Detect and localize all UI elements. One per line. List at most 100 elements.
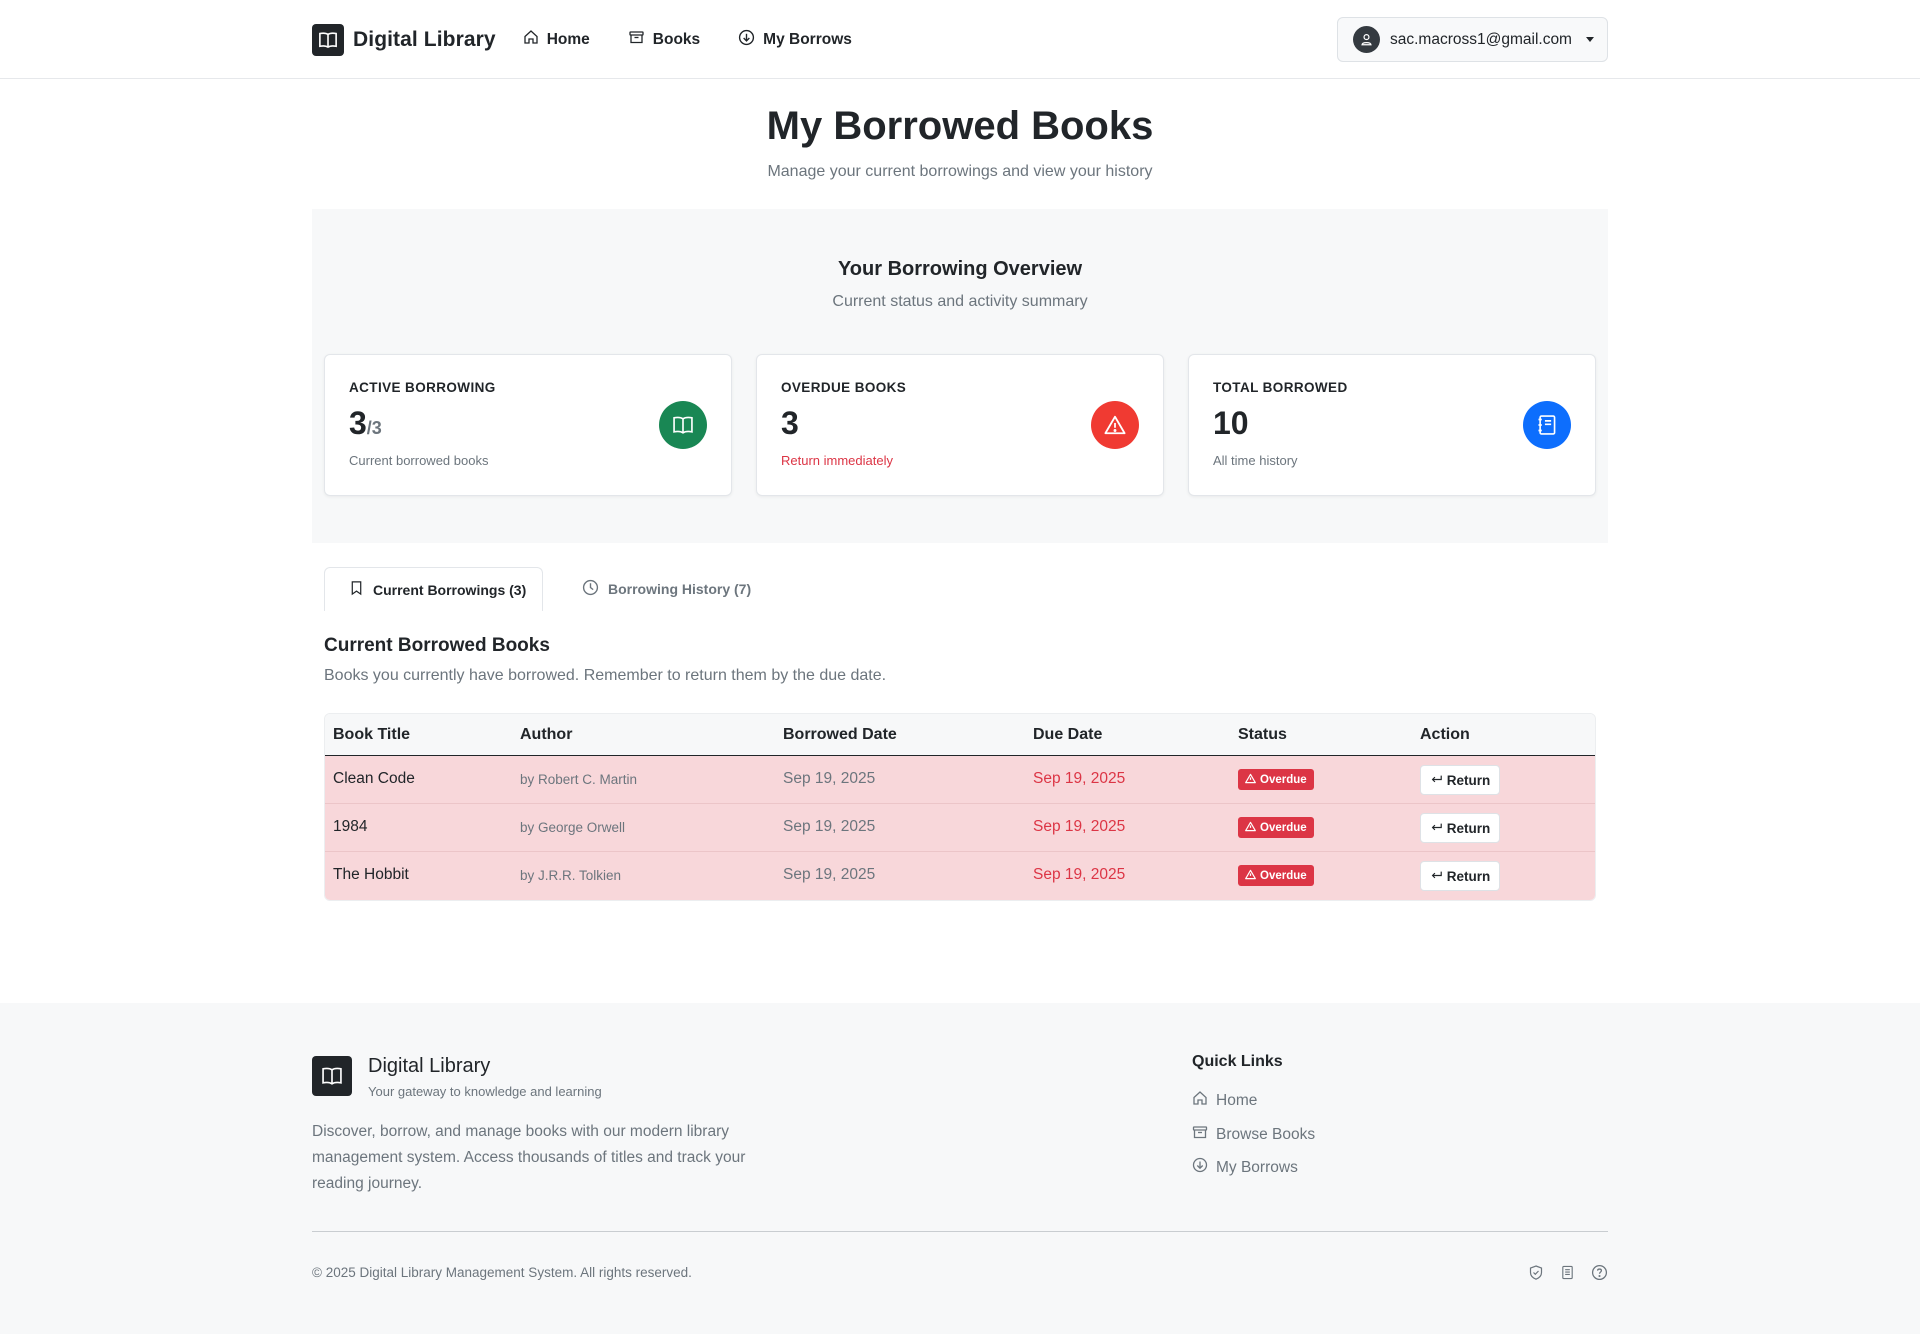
brand-name: Digital Library <box>353 27 496 51</box>
tab-history-label: Borrowing History (7) <box>608 581 752 597</box>
borrowed-books-table: Book Title Author Borrowed Date Due Date… <box>324 713 1596 901</box>
column-header-author: Author <box>520 726 573 743</box>
footer-link-my-borrows[interactable]: My Borrows <box>1192 1157 1298 1178</box>
return-button[interactable]: Return <box>1420 861 1500 891</box>
column-header-book-title: Book Title <box>333 726 411 743</box>
footer-link-browse-books[interactable]: Browse Books <box>1192 1124 1315 1145</box>
due-date: Sep 19, 2025 <box>1033 866 1126 883</box>
stat-caption: Return immediately <box>781 453 893 468</box>
footer-link-label: Home <box>1216 1091 1258 1109</box>
bookmark-icon <box>349 580 373 599</box>
navbar-container: Digital Library Home Books My Borrows sa… <box>312 0 1608 79</box>
stat-caption: Current borrowed books <box>349 453 489 468</box>
question-circle-icon[interactable] <box>1591 1264 1608 1281</box>
footer-icon-links <box>1512 1264 1608 1281</box>
stat-value: 3/3 <box>349 405 382 442</box>
footer-link-label: My Borrows <box>1216 1158 1298 1176</box>
stat-label: TOTAL BORROWED <box>1213 380 1348 395</box>
borrowed-date: Sep 19, 2025 <box>783 818 876 835</box>
book-title: The Hobbit <box>333 866 409 883</box>
brand-link[interactable]: Digital Library <box>312 23 496 56</box>
stat-label: ACTIVE BORROWING <box>349 380 496 395</box>
stat-number: 3 <box>349 405 367 441</box>
book-author: by George Orwell <box>520 820 626 835</box>
column-header-due-date: Due Date <box>1033 726 1103 743</box>
shield-check-icon[interactable] <box>1528 1264 1544 1281</box>
stat-limit: /3 <box>366 418 382 438</box>
book-title: 1984 <box>333 818 368 835</box>
borrowed-date: Sep 19, 2025 <box>783 770 876 787</box>
footer-link-home[interactable]: Home <box>1192 1090 1257 1111</box>
return-arrow-icon <box>1430 821 1447 836</box>
stat-card-active-borrowing: ACTIVE BORROWING 3/3 Current borrowed bo… <box>324 354 732 496</box>
nav-books[interactable]: Books <box>628 29 700 50</box>
due-date: Sep 19, 2025 <box>1033 770 1126 787</box>
section-description: Books you currently have borrowed. Remem… <box>324 667 887 684</box>
borrowing-overview: Your Borrowing Overview Current status a… <box>312 209 1608 543</box>
user-menu-dropdown[interactable]: sac.macross1@gmail.com <box>1337 17 1608 62</box>
stat-value: 10 <box>1213 405 1249 441</box>
nav-home[interactable]: Home <box>523 29 590 50</box>
nav-my-borrows-label: My Borrows <box>763 30 852 48</box>
status-badge: Overdue <box>1238 817 1314 838</box>
tab-borrowing-history[interactable]: Borrowing History (7) <box>582 567 751 611</box>
footer-description: Discover, borrow, and manage books with … <box>312 1123 746 1192</box>
clock-icon <box>582 579 608 599</box>
stat-caption: All time history <box>1213 453 1298 468</box>
due-date: Sep 19, 2025 <box>1033 818 1126 835</box>
stat-value: 3 <box>781 405 799 441</box>
stat-card-total-borrowed: TOTAL BORROWED 10 All time history <box>1188 354 1596 496</box>
return-button-label: Return <box>1446 820 1491 836</box>
document-icon[interactable] <box>1560 1264 1575 1281</box>
overview-title: Your Borrowing Overview <box>837 258 1083 280</box>
table-header: Book Title Author Borrowed Date Due Date… <box>325 714 1595 756</box>
footer: Digital Library Your gateway to knowledg… <box>0 1003 1920 1334</box>
book-author: by J.R.R. Tolkien <box>520 868 622 883</box>
book-title: Clean Code <box>333 770 415 787</box>
quick-links-title: Quick Links <box>1192 1053 1283 1070</box>
book-open-icon <box>312 23 344 56</box>
status-label: Overdue <box>1260 821 1307 834</box>
warning-triangle-icon <box>1091 401 1139 449</box>
status-label: Overdue <box>1260 773 1307 786</box>
download-circle-icon <box>1192 1157 1216 1178</box>
nav-my-borrows[interactable]: My Borrows <box>738 29 852 51</box>
status-badge: Overdue <box>1238 769 1314 790</box>
return-button-label: Return <box>1446 772 1491 788</box>
house-icon <box>523 29 547 50</box>
tab-current-label: Current Borrowings (3) <box>373 581 527 598</box>
footer-divider <box>312 1231 1608 1232</box>
column-header-status: Status <box>1238 726 1287 743</box>
section-title: Current Borrowed Books <box>324 635 550 656</box>
book-open-icon <box>659 401 707 449</box>
footer-copyright: © 2025 Digital Library Management System… <box>312 1265 692 1280</box>
house-icon <box>1192 1090 1216 1111</box>
status-label: Overdue <box>1260 869 1307 882</box>
status-badge: Overdue <box>1238 865 1314 886</box>
return-arrow-icon <box>1430 773 1447 788</box>
navbar: Digital Library Home Books My Borrows sa… <box>0 0 1920 79</box>
nav-links: Home Books My Borrows <box>523 29 890 51</box>
table-row: The Hobbit by J.R.R. Tolkien Sep 19, 202… <box>325 852 1595 900</box>
return-button-label: Return <box>1446 868 1491 884</box>
column-header-action: Action <box>1420 726 1470 743</box>
return-button[interactable]: Return <box>1420 813 1500 843</box>
avatar <box>1353 26 1380 53</box>
warning-triangle-icon <box>1245 821 1260 835</box>
warning-triangle-icon <box>1245 773 1260 787</box>
download-circle-icon <box>738 29 763 51</box>
page-subtitle: Manage your current borrowings and view … <box>767 163 1153 180</box>
archive-icon <box>628 29 653 50</box>
table-row: 1984 by George Orwell Sep 19, 2025 Sep 1… <box>325 804 1595 852</box>
return-button[interactable]: Return <box>1420 765 1500 795</box>
table-row: Clean Code by Robert C. Martin Sep 19, 2… <box>325 756 1595 804</box>
stat-card-overdue-books: OVERDUE BOOKS 3 Return immediately <box>756 354 1164 496</box>
overview-subtitle: Current status and activity summary <box>832 293 1088 310</box>
warning-triangle-icon <box>1245 869 1260 883</box>
stat-label: OVERDUE BOOKS <box>781 380 907 395</box>
user-email: sac.macross1@gmail.com <box>1390 30 1572 48</box>
tab-current-borrowings[interactable]: Current Borrowings (3) <box>324 567 543 611</box>
page-title: My Borrowed Books <box>766 104 1154 148</box>
borrowed-date: Sep 19, 2025 <box>783 866 876 883</box>
book-author: by Robert C. Martin <box>520 772 638 787</box>
